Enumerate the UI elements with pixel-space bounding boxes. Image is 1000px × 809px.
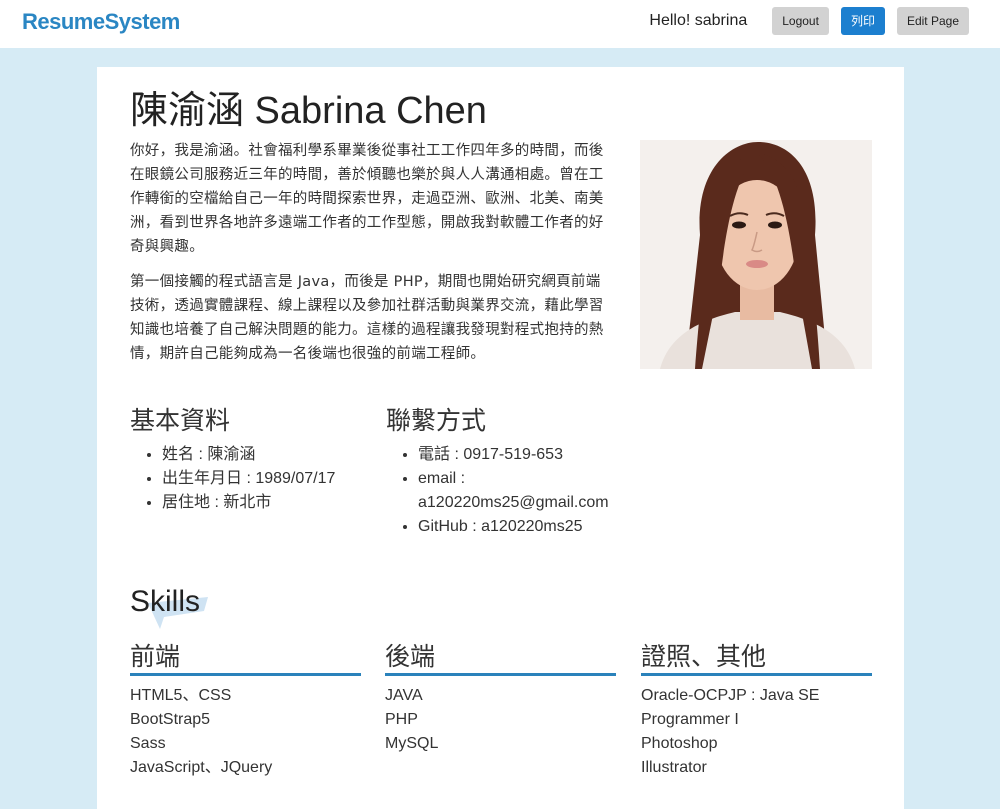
skill-column-backend: 後端 JAVA PHP MySQL xyxy=(385,637,616,756)
edit-page-button[interactable]: Edit Page xyxy=(896,7,969,35)
list-item: 電話 : 0917-519-653 xyxy=(418,443,618,467)
list-item[interactable]: GitHub : a120220ms25 xyxy=(418,515,618,539)
skill-column-title: 前端 xyxy=(130,637,361,676)
list-item: 姓名 : 陳渝涵 xyxy=(162,443,382,467)
skill-column-title: 後端 xyxy=(385,637,616,676)
contact-heading: 聯繫方式 xyxy=(386,406,487,435)
skill-item: Sass xyxy=(130,735,166,752)
skill-item: Oracle-OCPJP : Java SE Programmer I xyxy=(641,687,820,728)
skill-list: JAVA PHP MySQL xyxy=(385,684,616,756)
logout-button[interactable]: Logout xyxy=(772,7,829,35)
skill-item: HTML5、CSS xyxy=(130,687,232,704)
top-navbar: ResumeSystem Hello! sabrina Logout 列印 Ed… xyxy=(0,0,1000,48)
skill-item: PHP xyxy=(385,711,418,728)
greeting-text: Hello! sabrina xyxy=(649,12,748,29)
nav-actions: Hello! sabrina Logout 列印 Edit Page xyxy=(649,7,969,35)
list-item[interactable]: email : a120220ms25@gmail.com xyxy=(418,467,618,515)
skill-item: Photoshop xyxy=(641,735,718,752)
resume-page: 陳渝涵 Sabrina Chen 你好，我是渝涵。社會福利學系畢業後從事社工工作… xyxy=(97,67,904,809)
skill-item: Illustrator xyxy=(641,759,707,776)
print-button[interactable]: 列印 xyxy=(840,7,885,35)
intro-paragraph: 第一個接觸的程式語言是 Java，而後是 PHP，期間也開始研究網頁前端技術，透… xyxy=(130,274,604,362)
intro-section: 你好，我是渝涵。社會福利學系畢業後從事社工工作四年多的時間，而後在眼鏡公司服務近… xyxy=(130,139,610,377)
skill-list: HTML5、CSS BootStrap5 Sass JavaScript、JQu… xyxy=(130,684,361,780)
skill-list: Oracle-OCPJP : Java SE Programmer I Phot… xyxy=(641,684,872,780)
contact-list: 電話 : 0917-519-653 email : a120220ms25@gm… xyxy=(386,443,618,539)
list-item: 居住地 : 新北市 xyxy=(162,491,382,515)
skill-column-frontend: 前端 HTML5、CSS BootStrap5 Sass JavaScript、… xyxy=(130,637,361,780)
list-item: 出生年月日 : 1989/07/17 xyxy=(162,467,382,491)
skills-heading: Skills xyxy=(130,585,201,618)
profile-photo xyxy=(640,140,872,369)
skill-item: MySQL xyxy=(385,735,439,752)
skill-item: JAVA xyxy=(385,687,423,704)
skill-item: BootStrap5 xyxy=(130,711,211,728)
skill-column-certificates: 證照、其他 Oracle-OCPJP : Java SE Programmer … xyxy=(641,637,872,780)
skill-item: JavaScript、JQuery xyxy=(130,759,273,776)
skill-column-title: 證照、其他 xyxy=(641,637,872,676)
portrait-illustration xyxy=(640,140,872,369)
intro-paragraph: 你好，我是渝涵。社會福利學系畢業後從事社工工作四年多的時間，而後在眼鏡公司服務近… xyxy=(130,143,604,255)
resume-name: 陳渝涵 Sabrina Chen xyxy=(130,90,487,132)
brand-logo[interactable]: ResumeSystem xyxy=(22,9,180,35)
basic-info-list: 姓名 : 陳渝涵 出生年月日 : 1989/07/17 居住地 : 新北市 xyxy=(130,443,382,515)
basic-info-heading: 基本資料 xyxy=(130,406,231,435)
